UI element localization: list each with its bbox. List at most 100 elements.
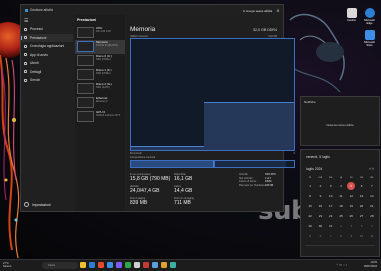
- device-disk-0[interactable]: Disco 0 (C:) SSD (NVMe): [75, 54, 125, 68]
- calendar-day[interactable]: 20: [356, 202, 366, 210]
- calendar-day[interactable]: 9: [346, 232, 356, 240]
- calendar-day-today[interactable]: 5: [347, 182, 356, 190]
- calendar-day[interactable]: 25: [336, 212, 346, 220]
- nav-details[interactable]: Dettagli: [21, 68, 73, 77]
- calendar-date: venerdì, 5 luglio: [306, 155, 330, 159]
- nav-app-history[interactable]: Cronologia applicazioni: [21, 42, 73, 51]
- calendar-day[interactable]: 30: [315, 222, 325, 230]
- search-placeholder: Cerca: [48, 264, 55, 267]
- taskbar-app-icon[interactable]: [161, 262, 167, 268]
- taskbar-app-icons: [80, 262, 176, 268]
- calendar-day[interactable]: 11: [367, 232, 377, 240]
- device-sub: SSD (SATA): [96, 86, 110, 90]
- system-tray-icons[interactable]: ⌃ ▭ ◔ ♪: [336, 263, 347, 267]
- calendar-day[interactable]: 21: [367, 202, 377, 210]
- weekday-label: ma: [318, 176, 323, 179]
- calendar-day[interactable]: 28: [367, 212, 377, 220]
- calendar-day[interactable]: 18: [336, 202, 346, 210]
- calendar-day[interactable]: 6: [315, 232, 325, 240]
- weather-widget[interactable]: 27°C Sereno: [3, 262, 11, 268]
- calendar-day[interactable]: 29: [305, 222, 315, 230]
- calendar-day[interactable]: 8: [305, 192, 315, 200]
- weekday-label: gi: [339, 176, 342, 179]
- run-new-task-button[interactable]: ⧉ Esegui nuova attività ···: [243, 9, 279, 13]
- calendar-day[interactable]: 5: [305, 232, 315, 240]
- calendar-day[interactable]: 2: [315, 182, 325, 190]
- calendar-day[interactable]: 8: [336, 232, 346, 240]
- calendar-day[interactable]: 15: [305, 202, 315, 210]
- store-desktop-icon[interactable]: Microsoft Store: [363, 30, 376, 47]
- run-task-label: Esegui nuova attività: [246, 9, 273, 13]
- nav-settings[interactable]: Impostazioni: [24, 202, 51, 207]
- device-gpu[interactable]: GPU 0 NVIDIA GeForce RTX: [75, 110, 125, 124]
- nav-performance[interactable]: Prestazioni: [21, 33, 73, 42]
- calendar-month[interactable]: luglio 2024: [306, 167, 322, 171]
- calendar-day[interactable]: 4: [336, 182, 346, 190]
- nav-label: Cronologia applicazioni: [30, 44, 65, 49]
- calendar-day[interactable]: 2: [346, 222, 356, 230]
- calendar-day[interactable]: 14: [367, 192, 377, 200]
- taskbar-app-icon[interactable]: [152, 262, 158, 268]
- taskbar-app-icon[interactable]: [80, 262, 86, 268]
- nav-users[interactable]: Utenti: [21, 59, 73, 68]
- calendar-day[interactable]: 6: [356, 182, 366, 190]
- sidebar: ☰ Processi Prestazioni Cronologia applic…: [21, 15, 73, 211]
- chevron-down-icon[interactable]: ˅: [372, 167, 374, 171]
- edge-desktop-icon[interactable]: Microsoft Edge: [363, 8, 376, 25]
- recycle-bin-desktop-icon[interactable]: Cestino: [345, 8, 358, 22]
- calendar-day[interactable]: 27: [356, 212, 366, 220]
- calendar-day[interactable]: 1: [305, 182, 315, 190]
- graph-left-label: 60 secondi: [130, 152, 142, 155]
- calendar-day[interactable]: 23: [315, 212, 325, 220]
- taskbar-app-icon[interactable]: [125, 262, 131, 268]
- taskbar-app-icon[interactable]: [107, 262, 113, 268]
- stat-cached: Cache 14,4 GB: [174, 185, 214, 194]
- month-nav-arrows[interactable]: ˄ ˅: [369, 167, 374, 171]
- focus-bar: [305, 245, 375, 254]
- graph-right-label: 0: [293, 152, 295, 155]
- calendar-day[interactable]: 26: [346, 212, 356, 220]
- calendar-day[interactable]: 7: [367, 182, 377, 190]
- calendar-day[interactable]: 13: [356, 192, 366, 200]
- calendar-day[interactable]: 31: [326, 222, 336, 230]
- calendar-day[interactable]: 3: [326, 182, 336, 190]
- edge-icon: [364, 8, 375, 18]
- processes-icon: [24, 27, 27, 31]
- calendar-day[interactable]: 17: [326, 202, 336, 210]
- taskbar-app-icon[interactable]: [89, 262, 95, 268]
- nav-startup-apps[interactable]: App di avvio: [21, 51, 73, 60]
- calendar-day[interactable]: 10: [356, 232, 366, 240]
- taskbar-app-icon[interactable]: [134, 262, 140, 268]
- calendar-day[interactable]: 16: [315, 202, 325, 210]
- calendar-day[interactable]: 24: [326, 212, 336, 220]
- calendar-day[interactable]: 19: [346, 202, 356, 210]
- composition-free: [286, 161, 294, 167]
- detail-key: Riservato per l'hardware:: [239, 183, 266, 187]
- nav-processes[interactable]: Processi: [21, 25, 73, 34]
- stat-value: 711 MB: [174, 200, 191, 206]
- taskbar-app-icon[interactable]: [170, 262, 176, 268]
- taskbar-app-icon[interactable]: [143, 262, 149, 268]
- taskbar-clock[interactable]: 19:03 05/07/2024: [364, 261, 377, 268]
- calendar-day[interactable]: 10: [326, 192, 336, 200]
- device-memory[interactable]: Memoria 15,8/31,8 GB (50%): [75, 40, 125, 54]
- taskbar-search[interactable]: Cerca: [42, 262, 78, 269]
- device-ethernet[interactable]: Ethernet Ethernet 2: [75, 96, 125, 110]
- taskbar-app-icon[interactable]: [116, 262, 122, 268]
- calendar-day[interactable]: 11: [336, 192, 346, 200]
- chevron-up-icon[interactable]: ˄: [369, 167, 371, 171]
- device-disk-2[interactable]: Disco 2 (G:) SSD (SATA): [75, 82, 125, 96]
- calendar-day[interactable]: 4: [367, 222, 377, 230]
- hamburger-menu-icon[interactable]: ☰: [24, 18, 28, 24]
- calendar-day[interactable]: 3: [356, 222, 366, 230]
- more-options-icon[interactable]: ···: [276, 9, 279, 13]
- taskbar-app-icon[interactable]: [98, 262, 104, 268]
- calendar-day[interactable]: 12: [346, 192, 356, 200]
- nav-services[interactable]: Servizi: [21, 76, 73, 85]
- device-cpu[interactable]: CPU 4% 4,00 GHz: [75, 26, 125, 40]
- device-disk-1[interactable]: Disco 1 (F:) SSD (NVMe): [75, 68, 125, 82]
- calendar-day[interactable]: 9: [315, 192, 325, 200]
- calendar-day[interactable]: 1: [336, 222, 346, 230]
- calendar-day[interactable]: 22: [305, 212, 315, 220]
- calendar-day[interactable]: 7: [326, 232, 336, 240]
